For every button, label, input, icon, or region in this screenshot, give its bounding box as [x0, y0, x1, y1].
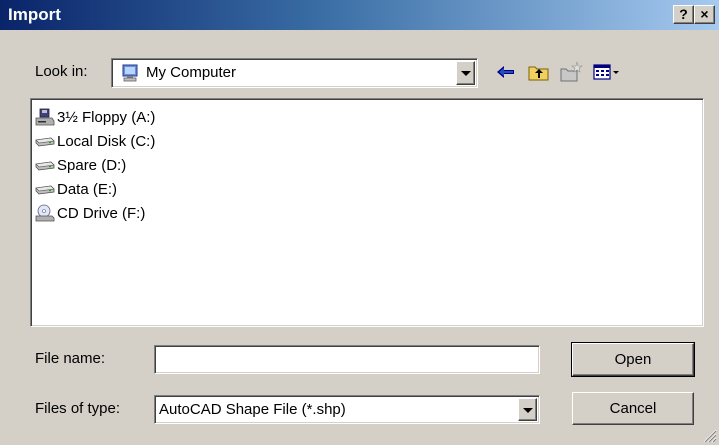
drive-label: Local Disk (C:)	[57, 133, 156, 150]
file-name-label: File name:	[35, 350, 106, 367]
files-of-type-dropdown-arrow[interactable]	[518, 398, 537, 421]
look-in-dropdown-arrow[interactable]	[456, 61, 475, 85]
my-computer-icon	[122, 64, 138, 82]
import-dialog: Import ? × Look in: My Computer 3½ Flopp…	[0, 0, 719, 445]
drive-label: Data (E:)	[57, 181, 118, 198]
help-button[interactable]: ?	[673, 5, 694, 24]
file-name-input[interactable]	[154, 345, 540, 374]
look-in-dropdown[interactable]: My Computer	[111, 58, 478, 88]
look-in-label: Look in:	[35, 63, 88, 80]
close-button[interactable]: ×	[694, 5, 715, 24]
create-new-folder-icon[interactable]	[559, 60, 583, 84]
look-in-value: My Computer	[146, 64, 237, 81]
file-list[interactable]: 3½ Floppy (A:) Local Disk (C:) Spare (D:…	[30, 98, 704, 327]
window-title: Import	[8, 5, 61, 24]
title-bar[interactable]: Import ? ×	[0, 0, 719, 30]
files-of-type-dropdown[interactable]: AutoCAD Shape File (*.shp)	[154, 395, 540, 424]
drive-label: 3½ Floppy (A:)	[57, 109, 156, 126]
cd-drive-icon	[35, 204, 55, 222]
back-arrow-icon[interactable]	[494, 60, 518, 84]
resize-grip-icon[interactable]	[703, 429, 717, 443]
hard-disk-icon	[35, 137, 55, 147]
hard-disk-icon	[35, 185, 55, 195]
files-of-type-value: AutoCAD Shape File (*.shp)	[159, 401, 346, 418]
floppy-drive-icon	[35, 108, 55, 126]
view-menu-icon[interactable]	[592, 60, 620, 84]
open-button[interactable]: Open	[571, 342, 695, 377]
up-one-level-icon[interactable]	[527, 60, 551, 84]
hard-disk-icon	[35, 161, 55, 171]
drive-label: Spare (D:)	[57, 157, 127, 174]
drive-label: CD Drive (F:)	[57, 205, 146, 222]
cancel-button[interactable]: Cancel	[572, 392, 694, 425]
files-of-type-label: Files of type:	[35, 400, 121, 417]
